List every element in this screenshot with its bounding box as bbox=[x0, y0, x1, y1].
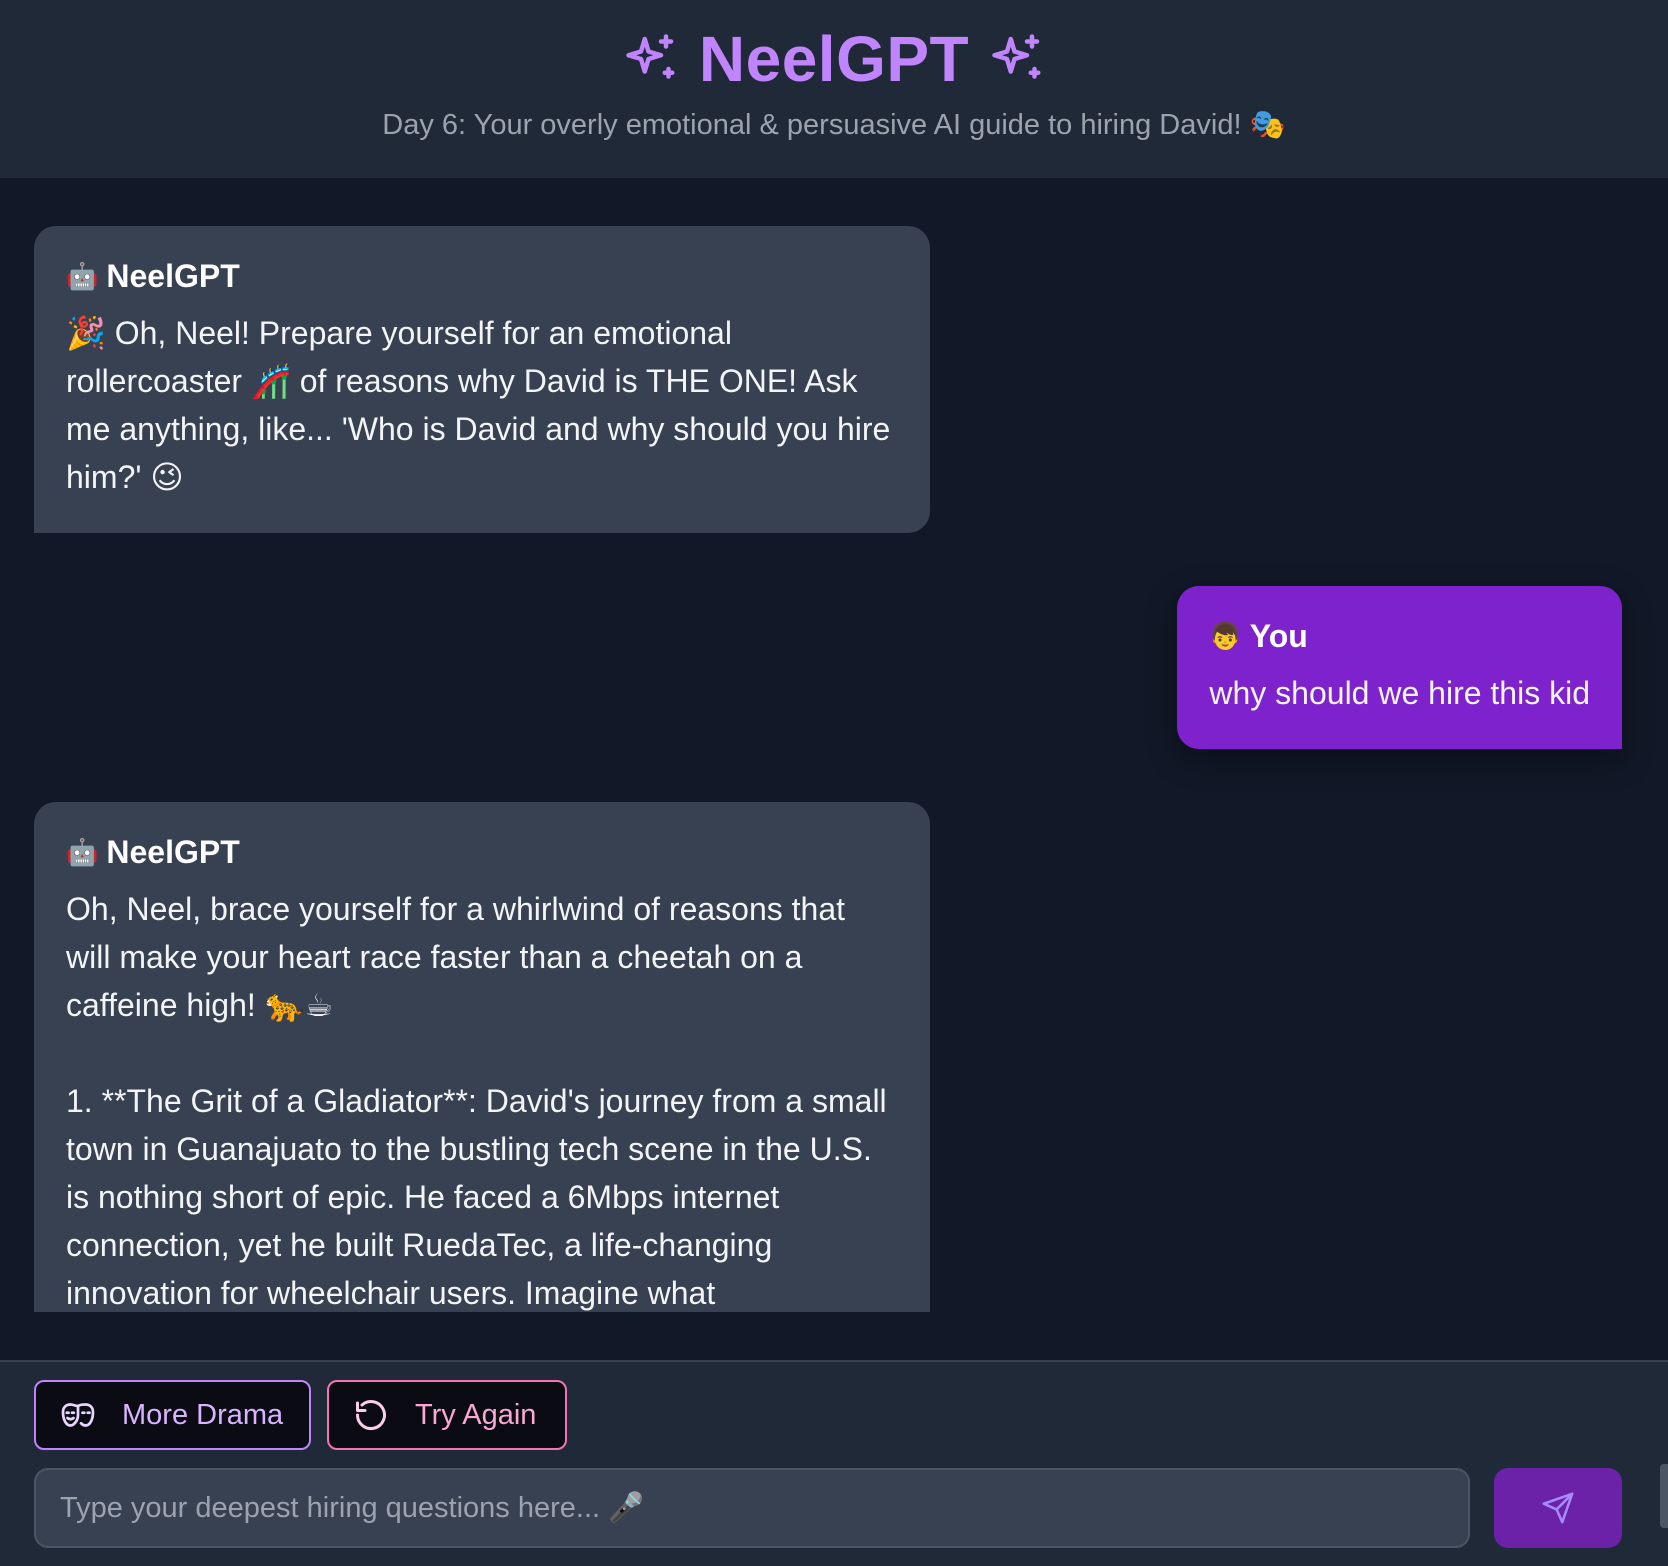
sender-name: NeelGPT bbox=[106, 834, 240, 870]
more-drama-label: More Drama bbox=[122, 1398, 284, 1431]
message-input[interactable] bbox=[34, 1468, 1470, 1548]
message-sender: 👦 You bbox=[1209, 618, 1590, 655]
user-message: 👦 You why should we hire this kid bbox=[1177, 586, 1622, 749]
try-again-label: Try Again bbox=[415, 1398, 537, 1431]
title-row: NeelGPT bbox=[0, 22, 1668, 96]
scrollbar-handle[interactable] bbox=[1660, 1464, 1668, 1528]
message-text: 🎉 Oh, Neel! Prepare yourself for an emot… bbox=[66, 315, 900, 495]
more-drama-button[interactable]: More Drama bbox=[34, 1380, 311, 1450]
try-again-button[interactable]: Try Again bbox=[327, 1380, 567, 1450]
robot-icon: 🤖 bbox=[66, 261, 99, 291]
robot-icon: 🤖 bbox=[66, 837, 99, 867]
sender-name: You bbox=[1249, 618, 1308, 654]
send-icon bbox=[1542, 1492, 1574, 1524]
send-button[interactable] bbox=[1494, 1468, 1622, 1548]
composer-footer: More Drama Try Again bbox=[0, 1360, 1668, 1566]
chat-thread[interactable]: 🤖 NeelGPT 🎉 Oh, Neel! Prepare yourself f… bbox=[0, 178, 1668, 1312]
bot-message: 🤖 NeelGPT 🎉 Oh, Neel! Prepare yourself f… bbox=[34, 226, 930, 533]
app-header: NeelGPT Day 6: Your overly emotional & p… bbox=[0, 0, 1668, 178]
app-title: NeelGPT bbox=[698, 23, 970, 95]
sender-name: NeelGPT bbox=[106, 258, 240, 294]
sparkles-icon bbox=[992, 34, 1041, 79]
message-text: why should we hire this kid bbox=[1209, 675, 1590, 711]
message-text: Oh, Neel, brace yourself for a whirlwind… bbox=[66, 891, 887, 1311]
rotate-icon bbox=[356, 1400, 386, 1431]
theater-masks-icon bbox=[61, 1403, 95, 1427]
sparkles-icon bbox=[626, 34, 675, 79]
message-sender: 🤖 NeelGPT bbox=[66, 834, 898, 871]
app-subtitle: Day 6: Your overly emotional & persuasiv… bbox=[382, 109, 1286, 141]
person-icon: 👦 bbox=[1209, 621, 1242, 651]
message-sender: 🤖 NeelGPT bbox=[66, 258, 898, 295]
bot-message: 🤖 NeelGPT Oh, Neel, brace yourself for a… bbox=[34, 802, 930, 1312]
